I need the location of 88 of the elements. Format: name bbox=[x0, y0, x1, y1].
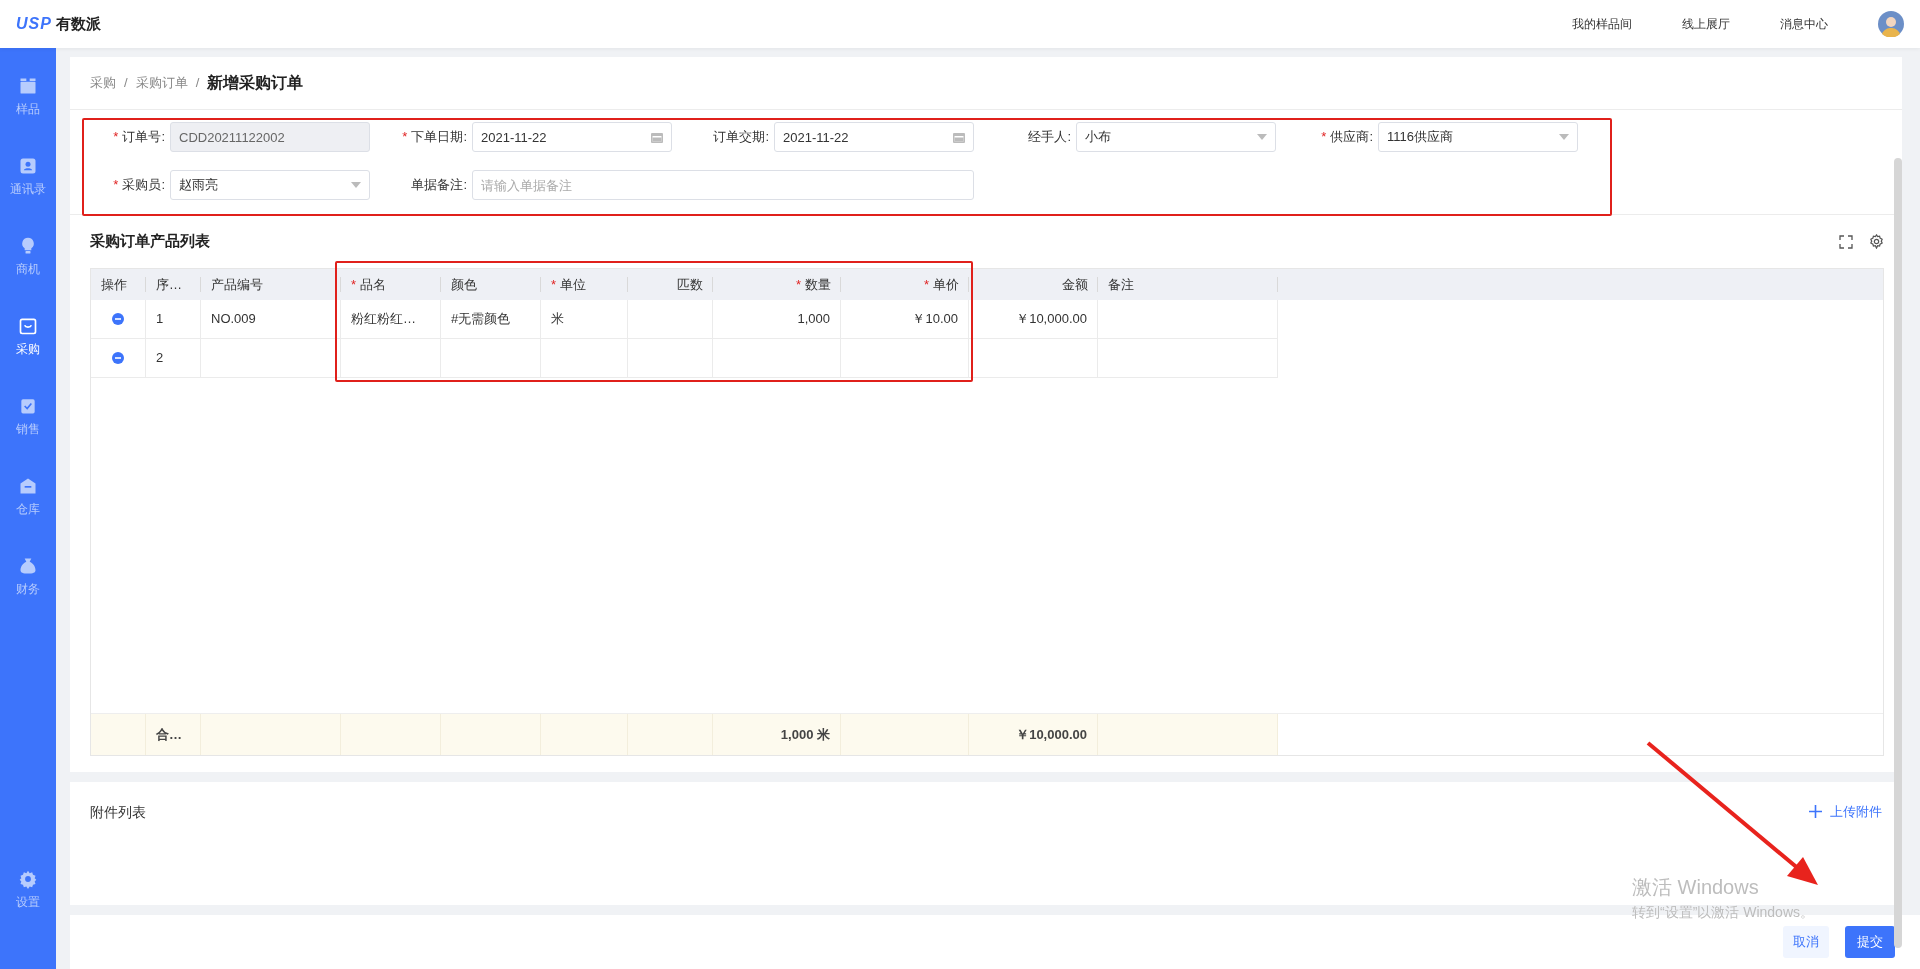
table-cell: 粉红粉红… bbox=[341, 300, 441, 339]
breadcrumb-separator: / bbox=[195, 74, 200, 93]
select-field[interactable]: 1116供应商 bbox=[1378, 122, 1578, 152]
clipboard-icon[interactable] bbox=[18, 396, 38, 416]
required-icon: * bbox=[113, 177, 119, 193]
field-label: 经手人: bbox=[1027, 128, 1072, 147]
column-header: 颜色 bbox=[441, 269, 541, 300]
select-field[interactable]: 小布 bbox=[1076, 122, 1276, 152]
caret-icon bbox=[351, 182, 361, 188]
required-icon: * bbox=[795, 274, 801, 295]
column-header: 序… bbox=[146, 269, 201, 300]
plus-icon bbox=[1809, 805, 1822, 819]
required-icon: * bbox=[113, 129, 119, 145]
breadcrumb-item[interactable]: 采购 bbox=[90, 73, 116, 93]
field-label: * 下单日期: bbox=[401, 128, 468, 147]
calendar-icon bbox=[651, 131, 663, 143]
summary-cell: 合… bbox=[146, 714, 201, 755]
table-cell: 1,000 bbox=[713, 300, 841, 339]
table-cell: ￥10.00 bbox=[841, 300, 969, 339]
box-icon[interactable] bbox=[18, 76, 38, 96]
column-header: * 数量 bbox=[713, 269, 841, 300]
required-icon: * bbox=[402, 129, 408, 145]
fullscreen-icon[interactable] bbox=[1839, 234, 1853, 249]
section-title: 附件列表 bbox=[90, 803, 146, 822]
column-header: 备注 bbox=[1098, 269, 1278, 300]
sidebar-item[interactable]: 仓库 bbox=[16, 500, 40, 518]
date-field[interactable]: 2021-11-22 bbox=[472, 122, 672, 152]
breadcrumb-separator: / bbox=[124, 74, 128, 93]
remove-row-icon[interactable] bbox=[112, 352, 124, 364]
summary-cell: 1,000 米 bbox=[713, 714, 841, 755]
required-icon: * bbox=[923, 274, 929, 295]
settings-icon[interactable] bbox=[1869, 234, 1884, 249]
required-icon: * bbox=[351, 274, 357, 295]
sidebar-item[interactable]: 采购 bbox=[16, 340, 40, 358]
sidebar-item[interactable]: 设置 bbox=[16, 893, 40, 911]
date-field[interactable]: 2021-11-22 bbox=[774, 122, 974, 152]
column-header: * 单位 bbox=[541, 269, 628, 300]
nav-link[interactable]: 消息中心 bbox=[1780, 15, 1828, 33]
column-header: 金额 bbox=[969, 269, 1098, 300]
table-cell: 1 bbox=[146, 300, 201, 339]
money-bag-icon[interactable] bbox=[18, 556, 38, 576]
activation-notice-text: 转到“设置”以激活 Windows。 bbox=[1632, 903, 1814, 922]
field-label: * 采购员: bbox=[112, 176, 166, 195]
breadcrumb-item: 新增采购订单 bbox=[207, 73, 304, 93]
table-cell: #无需颜色 bbox=[441, 300, 541, 339]
column-header: * 单价 bbox=[841, 269, 969, 300]
sidebar-item[interactable]: 财务 bbox=[16, 580, 40, 598]
summary-cell bbox=[91, 714, 146, 755]
sidebar-item[interactable]: 通讯录 bbox=[10, 180, 46, 198]
table-cell: NO.009 bbox=[201, 300, 341, 339]
table-title: 采购订单产品列表 bbox=[90, 231, 210, 252]
sidebar-item[interactable]: 商机 bbox=[16, 260, 40, 278]
table-cell: 2 bbox=[146, 339, 201, 378]
avatar[interactable] bbox=[1878, 11, 1904, 37]
select-field[interactable]: 赵雨亮 bbox=[170, 170, 370, 200]
activation-notice-title: 激活 Windows bbox=[1632, 875, 1760, 900]
field-label: 单据备注: bbox=[410, 176, 468, 195]
house-icon[interactable] bbox=[18, 476, 38, 496]
calendar-icon bbox=[953, 131, 965, 143]
column-header: 产品编号 bbox=[201, 269, 341, 300]
remove-row-icon[interactable] bbox=[112, 313, 124, 325]
upload-button[interactable]: 上传附件 bbox=[1809, 802, 1882, 822]
column-header: 操作 bbox=[91, 269, 146, 300]
table-cell: 米 bbox=[541, 300, 628, 339]
column-header: 匹数 bbox=[628, 269, 713, 300]
sidebar-item[interactable]: 样品 bbox=[16, 100, 40, 118]
logo-text: 有数派 bbox=[55, 13, 101, 34]
nav-link[interactable]: 我的样品间 bbox=[1572, 15, 1632, 33]
column-header: * 品名 bbox=[341, 269, 441, 300]
contact-icon[interactable] bbox=[18, 156, 38, 176]
required-icon: * bbox=[551, 274, 557, 295]
nav-link[interactable]: 线上展厅 bbox=[1682, 15, 1730, 33]
required-icon: * bbox=[1321, 129, 1327, 145]
summary-cell: ￥10,000.00 bbox=[969, 714, 1098, 755]
input-field[interactable]: 请输入单据备注 bbox=[472, 170, 974, 200]
sidebar-item[interactable]: 销售 bbox=[16, 420, 40, 438]
submit-button[interactable]: 提交 bbox=[1845, 926, 1895, 958]
caret-icon bbox=[1559, 134, 1569, 140]
cancel-button[interactable]: 取消 bbox=[1783, 926, 1829, 958]
field-label: * 供应商: bbox=[1320, 128, 1374, 147]
logo-mark: USP bbox=[16, 14, 52, 34]
basket-icon[interactable] bbox=[18, 316, 38, 336]
field-label: 订单交期: bbox=[712, 128, 770, 147]
breadcrumb-item[interactable]: 采购订单 bbox=[135, 73, 188, 93]
table-cell: ￥10,000.00 bbox=[969, 300, 1098, 339]
scrollbar[interactable] bbox=[1894, 158, 1902, 948]
caret-icon bbox=[1257, 134, 1267, 140]
field-label: * 订单号: bbox=[112, 128, 166, 147]
